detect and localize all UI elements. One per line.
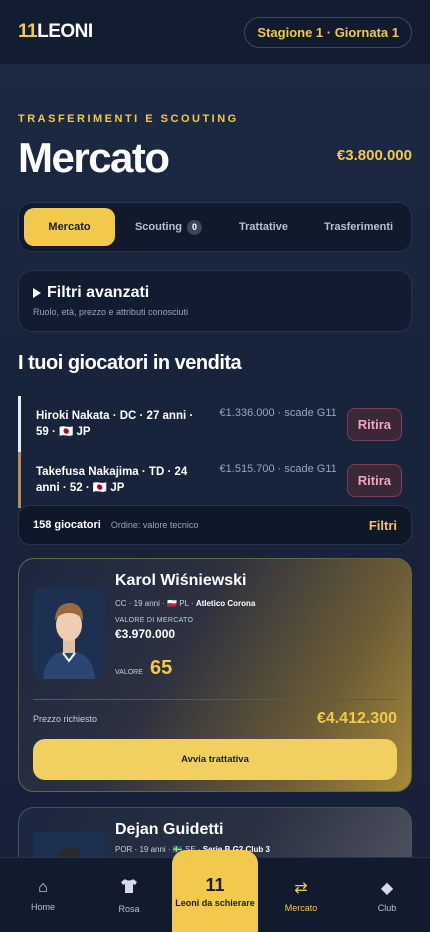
nav-club[interactable]: ◆ Club bbox=[344, 858, 430, 932]
app-logo[interactable]: 11LEONI bbox=[18, 21, 93, 43]
start-negotiation-button[interactable]: Avvia trattativa bbox=[33, 739, 397, 780]
withdraw-button[interactable]: Ritira bbox=[346, 407, 402, 441]
nav-label: Rosa bbox=[118, 903, 140, 914]
scouting-count-badge: 0 bbox=[187, 219, 203, 235]
nav-label: Mercato bbox=[284, 903, 318, 913]
bottom-nav: ⌂ Home Rosa 11 Leoni da schierare ⇄ Merc… bbox=[0, 850, 430, 932]
shirt-icon bbox=[120, 878, 138, 899]
player-photo bbox=[33, 587, 105, 679]
sale-player-info: Takefusa Nakajima · TD · 24 anni · 52 · … bbox=[36, 464, 220, 496]
nav-label: Club bbox=[377, 903, 397, 913]
tab-trattative[interactable]: Trattative bbox=[216, 208, 311, 246]
sale-price: €1.515.700 · scade G11 bbox=[219, 463, 337, 475]
home-icon: ⌂ bbox=[38, 879, 48, 896]
tab-label: Mercato bbox=[48, 221, 91, 233]
withdraw-button[interactable]: Ritira bbox=[346, 463, 402, 497]
tab-mercato[interactable]: Mercato bbox=[24, 208, 115, 246]
tab-label: Trattative bbox=[239, 221, 288, 233]
sale-row: Takefusa Nakajima · TD · 24 anni · 52 · … bbox=[18, 452, 412, 508]
section-title-for-sale: I tuoi giocatori in vendita bbox=[18, 352, 242, 374]
nav-label: Leoni da schierare bbox=[175, 897, 255, 908]
tab-label: Scouting bbox=[134, 221, 183, 233]
filters-subtitle: Ruolo, età, prezzo e attributi conosciut… bbox=[33, 307, 189, 317]
sale-player-line2: anni · 52 · 🇯🇵 JP bbox=[36, 482, 125, 494]
sale-price: €1.336.000 · scade G11 bbox=[219, 407, 337, 419]
value-label: VALORE bbox=[115, 669, 143, 676]
page-eyebrow: TRASFERIMENTI E SCOUTING bbox=[18, 113, 239, 125]
player-name: Karol Wiśniewski bbox=[115, 572, 247, 589]
page-title: Mercato bbox=[18, 134, 170, 181]
player-list-bar: 158 giocatori Ordine: valore tecnico Fil… bbox=[18, 505, 412, 545]
player-meta-text: CC · 19 anni · 🇵🇱 PL · bbox=[115, 599, 194, 608]
filters-title: Filtri avanzati bbox=[47, 284, 150, 301]
sale-row: Hiroki Nakata · DC · 27 anni · 59 · 🇯🇵 J… bbox=[18, 396, 412, 452]
player-card[interactable]: Karol Wiśniewski CC · 19 anni · 🇵🇱 PL · … bbox=[18, 558, 412, 792]
filters-header: Filtri avanzati bbox=[33, 284, 397, 302]
nav-rosa[interactable]: Rosa bbox=[86, 858, 172, 932]
sort-order[interactable]: Ordine: valore tecnico bbox=[111, 520, 369, 530]
tab-scouting[interactable]: Scouting 0 bbox=[121, 208, 216, 246]
lineup-count: 11 bbox=[205, 874, 225, 895]
nav-home[interactable]: ⌂ Home bbox=[0, 858, 86, 932]
top-bar: 11LEONI Stagione 1 · Giornata 1 bbox=[0, 0, 430, 64]
asking-price: €4.412.300 bbox=[316, 710, 397, 727]
player-club: Atletico Corona bbox=[195, 599, 256, 608]
logo-text: LEONI bbox=[37, 21, 93, 42]
market-value: €3.970.000 bbox=[115, 627, 176, 641]
card-divider bbox=[33, 699, 397, 700]
market-tabs: Mercato Scouting 0 Trattative Trasferimen… bbox=[18, 202, 412, 252]
sale-player-line1: Takefusa Nakajima · TD · 24 bbox=[36, 466, 188, 478]
player-meta: CC · 19 anni · 🇵🇱 PL · Atletico Corona bbox=[115, 599, 255, 608]
sale-player-line2: 59 · 🇯🇵 JP bbox=[36, 426, 91, 438]
tab-label: Trasferimenti bbox=[323, 221, 394, 233]
tab-trasferimenti[interactable]: Trasferimenti bbox=[311, 208, 406, 246]
caret-right-icon bbox=[33, 288, 41, 298]
nav-mercato[interactable]: ⇄ Mercato bbox=[258, 858, 344, 932]
advanced-filters-toggle[interactable]: Filtri avanzati Ruolo, età, prezzo e att… bbox=[18, 270, 412, 332]
value-rating: 65 bbox=[150, 657, 173, 679]
season-selector[interactable]: Stagione 1 · Giornata 1 bbox=[244, 16, 412, 48]
sale-player-line1: Hiroki Nakata · DC · 27 anni · bbox=[36, 410, 194, 422]
transfer-arrows-icon: ⇄ bbox=[294, 880, 308, 897]
player-name: Dejan Guidetti bbox=[115, 821, 224, 838]
filters-button[interactable]: Filtri bbox=[369, 518, 397, 533]
player-count: 158 giocatori bbox=[33, 519, 101, 531]
nav-label: Home bbox=[30, 902, 55, 912]
player-avatar-icon bbox=[33, 587, 105, 679]
logo-number: 11 bbox=[18, 21, 38, 42]
nav-lineup[interactable]: 11 Leoni da schierare bbox=[172, 850, 258, 932]
budget-amount: €3.800.000 bbox=[336, 147, 412, 164]
sale-player-info: Hiroki Nakata · DC · 27 anni · 59 · 🇯🇵 J… bbox=[36, 408, 220, 440]
asking-price-label: Prezzo richiesto bbox=[33, 714, 98, 724]
diamond-icon: ◆ bbox=[380, 880, 394, 897]
market-value-label: VALORE DI MERCATO bbox=[115, 617, 194, 624]
